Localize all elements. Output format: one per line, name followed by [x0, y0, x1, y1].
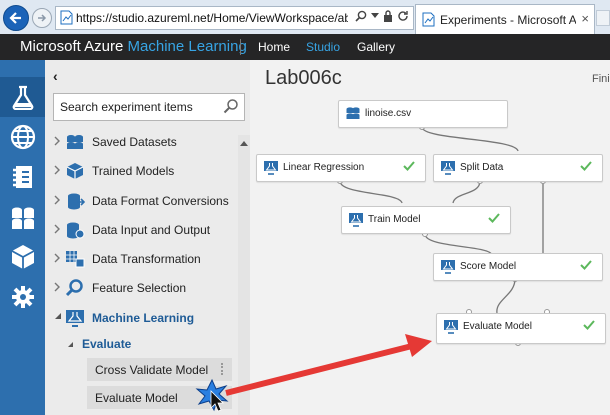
- annotation-arrow: [225, 343, 413, 396]
- annotation-arrowhead: [405, 334, 432, 357]
- annotation-overlay: [195, 334, 432, 412]
